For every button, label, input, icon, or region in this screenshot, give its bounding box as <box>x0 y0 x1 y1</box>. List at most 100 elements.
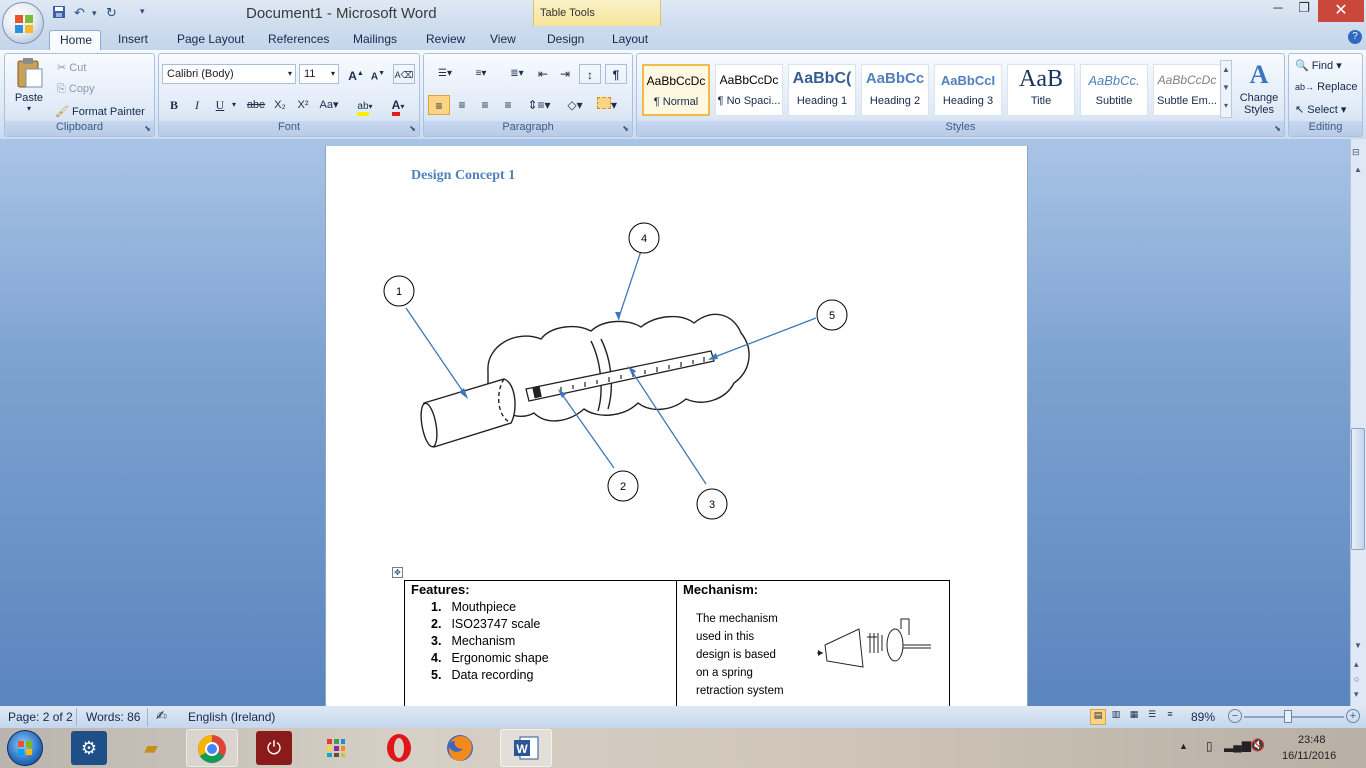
numbering-icon[interactable]: ≡▾ <box>464 64 498 84</box>
highlight-color-button[interactable]: ab▾ <box>351 95 379 116</box>
sort-icon[interactable]: ↕ <box>579 64 601 84</box>
word-count[interactable]: Words: 86 <box>86 710 140 724</box>
paste-button[interactable]: Paste ▾ <box>11 57 47 117</box>
superscript-button[interactable]: X² <box>292 95 314 115</box>
shrink-font-button[interactable]: A▼ <box>367 64 389 84</box>
shading-icon[interactable]: ◇▾ <box>560 95 590 115</box>
tab-view[interactable]: View <box>480 30 526 50</box>
page-count[interactable]: Page: 2 of 2 <box>8 710 73 724</box>
tab-layout[interactable]: Layout <box>602 30 658 50</box>
next-page-icon[interactable]: ▾ <box>1354 689 1359 700</box>
select-browse-object-icon[interactable]: ○ <box>1354 674 1359 684</box>
signal-icon[interactable]: ▂▄▆ <box>1224 738 1251 752</box>
underline-dropdown-icon[interactable]: ▾ <box>232 100 236 109</box>
maximize-button[interactable]: ❐ <box>1290 0 1318 20</box>
tab-home[interactable]: Home <box>49 30 101 50</box>
volume-muted-icon[interactable]: 🔇 <box>1250 738 1265 752</box>
zoom-level[interactable]: 89% <box>1191 710 1215 724</box>
scroll-down-icon[interactable]: ▼ <box>1354 641 1362 650</box>
undo-dropdown-icon[interactable]: ▾ <box>92 8 97 24</box>
show-hidden-icons-icon[interactable]: ▲ <box>1179 741 1188 751</box>
draft-view-icon[interactable]: ≡ <box>1162 709 1178 725</box>
word-icon[interactable]: W <box>500 729 552 767</box>
cut-button[interactable]: ✂ Cut <box>57 61 86 74</box>
align-left-icon[interactable]: ≡ <box>428 95 450 115</box>
style-normal[interactable]: AaBbCcDc ¶ Normal <box>642 64 710 116</box>
clipboard-launcher-icon[interactable]: ⬊ <box>144 124 151 133</box>
paragraph-launcher-icon[interactable]: ⬊ <box>622 124 629 133</box>
style-heading-2[interactable]: AaBbCc Heading 2 <box>861 64 929 116</box>
firefox-icon[interactable] <box>442 731 478 765</box>
tab-insert[interactable]: Insert <box>108 30 158 50</box>
vertical-scrollbar[interactable]: ⊟ ▲ ▼ ▴ ○ ▾ <box>1350 139 1366 706</box>
multilevel-list-icon[interactable]: ≣▾ <box>500 64 534 84</box>
justify-icon[interactable]: ≡ <box>497 95 519 115</box>
strikethrough-button[interactable]: abe <box>245 95 267 115</box>
grow-font-button[interactable]: A▲ <box>345 64 367 84</box>
font-size-box[interactable]: 11 ▾ <box>299 64 339 84</box>
styles-launcher-icon[interactable]: ⬊ <box>1274 124 1281 133</box>
change-styles-button[interactable]: A Change Styles <box>1237 58 1281 116</box>
language[interactable]: English (Ireland) <box>188 710 275 724</box>
chrome-icon[interactable] <box>186 729 238 767</box>
align-right-icon[interactable]: ≡ <box>474 95 496 115</box>
document-page[interactable]: Design Concept 1 1 4 5 2 3 ✥ Features: 1… <box>325 146 1028 711</box>
undo-icon[interactable]: ↶ <box>74 5 85 21</box>
font-name-box[interactable]: Calibri (Body) ▾ <box>162 64 296 84</box>
design-concept-heading[interactable]: Design Concept 1 <box>411 168 515 184</box>
align-center-icon[interactable]: ≡ <box>451 95 473 115</box>
help-icon[interactable]: ? <box>1348 30 1362 44</box>
clock-date[interactable]: 16/11/2016 <box>1282 750 1336 762</box>
style-heading-3[interactable]: AaBbCcI Heading 3 <box>934 64 1002 116</box>
features-cell[interactable]: Features: 1. Mouthpiece 2. ISO23747 scale … <box>405 581 677 711</box>
scroll-up-icon[interactable]: ▲ <box>1354 165 1362 174</box>
outline-view-icon[interactable]: ☰ <box>1144 709 1160 725</box>
start-button[interactable] <box>7 730 43 766</box>
styles-scroll[interactable]: ▲ ▼ ▾ <box>1220 60 1232 118</box>
decrease-indent-icon[interactable]: ⇤ <box>532 64 554 84</box>
previous-page-icon[interactable]: ▴ <box>1354 659 1359 670</box>
close-button[interactable]: ✕ <box>1318 0 1364 22</box>
battery-icon[interactable]: ▯ <box>1206 739 1213 753</box>
clear-formatting-icon[interactable]: A⌫ <box>393 64 415 84</box>
mechanism-cell[interactable]: Mechanism: The mechanism used in this de… <box>677 581 949 711</box>
style-title[interactable]: AaB Title <box>1007 64 1075 116</box>
tab-mailings[interactable]: Mailings <box>343 30 407 50</box>
proofing-icon[interactable]: ✍ <box>156 708 167 724</box>
zoom-slider-thumb[interactable] <box>1284 710 1292 723</box>
find-button[interactable]: 🔍 Find ▾ <box>1295 59 1342 72</box>
opera-icon[interactable] <box>381 731 417 765</box>
zoom-out-icon[interactable]: − <box>1228 709 1242 723</box>
bullets-icon[interactable]: ☰▾ <box>428 64 462 84</box>
save-icon[interactable] <box>52 5 66 21</box>
file-explorer-icon[interactable]: ▰ <box>133 731 169 765</box>
subscript-button[interactable]: X₂ <box>269 95 291 115</box>
borders-icon[interactable]: ▾ <box>592 95 622 115</box>
style-subtle-emphasis[interactable]: AaBbCcDc Subtle Em... <box>1153 64 1221 116</box>
font-color-button[interactable]: A▾ <box>383 95 413 116</box>
tab-review[interactable]: Review <box>416 30 475 50</box>
power-icon[interactable]: ⏻ <box>256 731 292 765</box>
apps-grid-icon[interactable] <box>318 731 354 765</box>
bold-button[interactable]: B <box>163 95 185 115</box>
font-launcher-icon[interactable]: ⬊ <box>409 124 416 133</box>
format-painter-button[interactable]: 🖌 Format Painter <box>55 105 145 118</box>
replace-button[interactable]: ab→ Replace <box>1295 81 1357 93</box>
print-layout-view-icon[interactable]: ▤ <box>1090 709 1106 725</box>
scrollbar-thumb[interactable] <box>1351 428 1365 550</box>
full-screen-reading-view-icon[interactable]: ▥ <box>1108 709 1124 725</box>
change-case-button[interactable]: Aa▾ <box>316 95 342 115</box>
select-button[interactable]: ↖ Select ▾ <box>1295 103 1346 116</box>
minimize-button[interactable]: ─ <box>1264 0 1292 20</box>
tab-page-layout[interactable]: Page Layout <box>167 30 254 50</box>
italic-button[interactable]: I <box>186 95 208 115</box>
web-layout-view-icon[interactable]: ▦ <box>1126 709 1142 725</box>
style-heading-1[interactable]: AaBbC( Heading 1 <box>788 64 856 116</box>
copy-button[interactable]: ⎘ Copy <box>57 83 95 96</box>
zoom-slider-track[interactable] <box>1244 716 1344 718</box>
show-marks-button[interactable]: ¶ <box>605 64 627 84</box>
redo-icon[interactable]: ↻ <box>106 5 117 21</box>
customize-icon[interactable]: ▾ <box>140 6 145 22</box>
clock-time[interactable]: 23:48 <box>1298 734 1326 746</box>
tab-design[interactable]: Design <box>537 30 594 50</box>
